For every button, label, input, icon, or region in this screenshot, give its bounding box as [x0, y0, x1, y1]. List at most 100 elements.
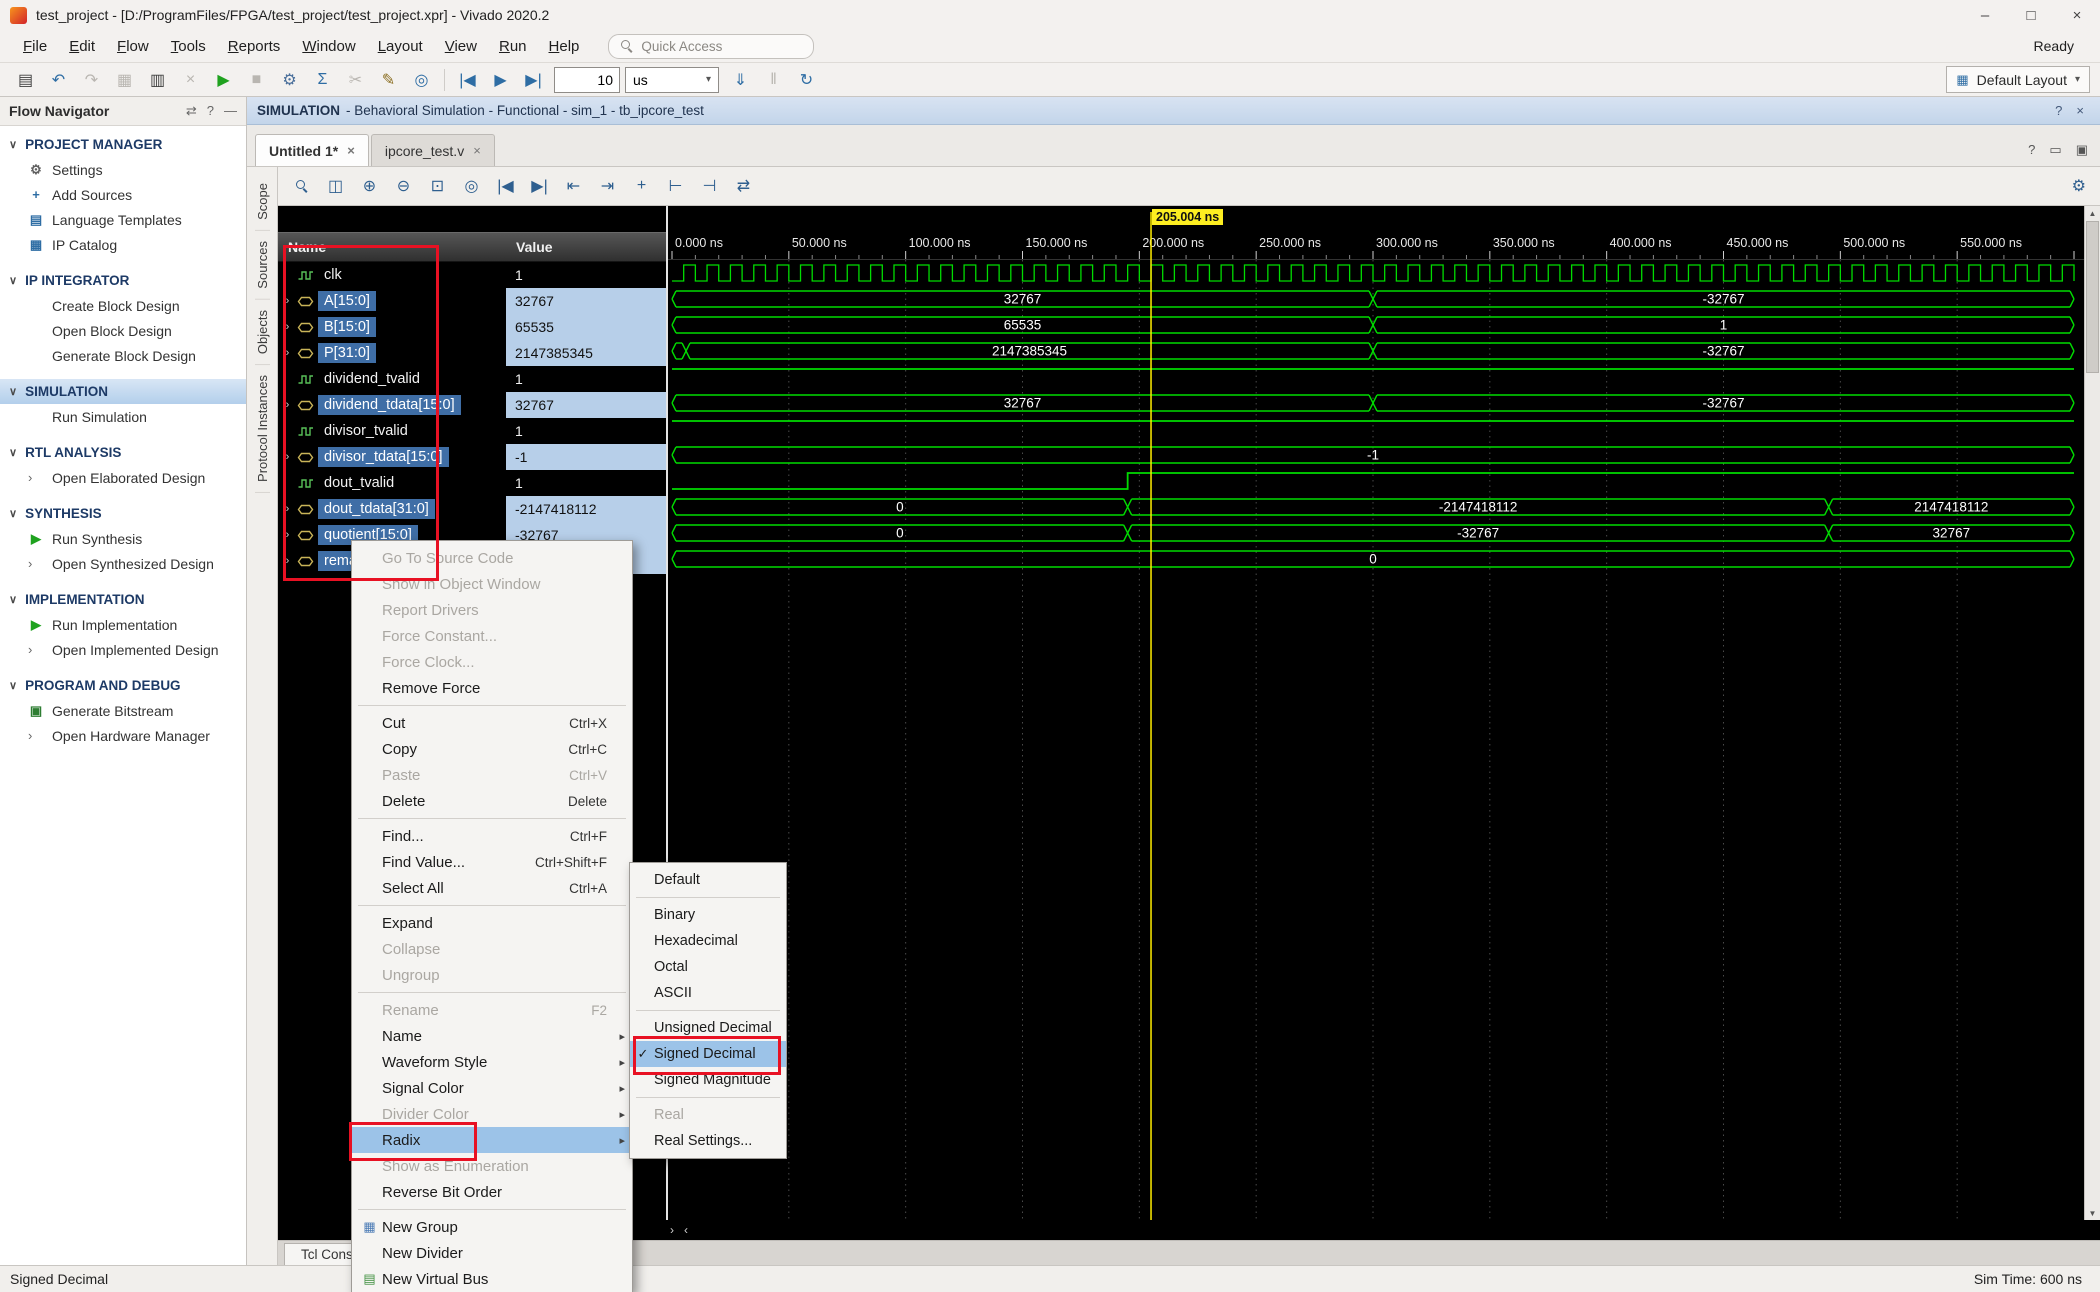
signal-value-dout-tdata-31-0[interactable]: -2147418112 — [506, 496, 666, 522]
signal-value-p-31-0[interactable]: 2147385345 — [506, 340, 666, 366]
flow-item-open-implemented-design[interactable]: ›Open Implemented Design — [0, 637, 246, 662]
close-icon[interactable]: × — [347, 143, 355, 158]
marker-right-icon[interactable]: ⊣ — [696, 173, 723, 200]
next-transition-icon[interactable]: ⇥ — [594, 173, 621, 200]
radix-option-real-settings[interactable]: Real Settings... — [630, 1128, 786, 1154]
side-tab-sources[interactable]: Sources — [255, 231, 270, 300]
tab-ipcore-test-v[interactable]: ipcore_test.v× — [371, 134, 495, 166]
zoom-to-cursor-icon[interactable]: ◎ — [458, 173, 485, 200]
signal-row-a-15-0[interactable]: ›A[15:0] — [278, 288, 506, 314]
wave-canvas[interactable]: 205.004 ns 0.000 ns50.000 ns100.000 ns15… — [666, 206, 2084, 1220]
context-menu-item-remove-force[interactable]: Remove Force — [352, 675, 632, 701]
splitter-arrow-icon[interactable]: › — [670, 1223, 674, 1237]
radix-option-hexadecimal[interactable]: Hexadecimal — [630, 928, 786, 954]
signal-value-divisor-tvalid[interactable]: 1 — [506, 418, 666, 444]
radix-option-binary[interactable]: Binary — [630, 902, 786, 928]
scroll-up-icon[interactable]: ▲ — [2089, 206, 2097, 220]
menu-file[interactable]: File — [12, 33, 58, 60]
minimize-icon[interactable]: — — [224, 103, 237, 119]
signal-value-clk[interactable]: 1 — [506, 262, 666, 288]
float-icon[interactable]: ▭ — [2049, 142, 2061, 158]
open-recent-icon[interactable]: ▤ — [10, 66, 41, 93]
vertical-scrollbar[interactable]: ▲ ▼ — [2084, 206, 2100, 1220]
signal-row-divisor-tdata-15-0[interactable]: ›divisor_tdata[15:0] — [278, 444, 506, 470]
signal-row-p-31-0[interactable]: ›P[31:0] — [278, 340, 506, 366]
close-icon[interactable]: × — [473, 143, 481, 158]
close-button[interactable]: × — [2054, 0, 2100, 30]
flow-section-ip-integrator[interactable]: ∨IP INTEGRATOR — [0, 268, 246, 293]
flow-item-language-templates[interactable]: ▤Language Templates — [0, 207, 246, 232]
context-menu-item-find-value[interactable]: Find Value...Ctrl+Shift+F — [352, 849, 632, 875]
undo-icon[interactable]: ↶ — [43, 66, 74, 93]
tab-untitled-1[interactable]: Untitled 1*× — [255, 134, 369, 166]
zoom-fit-icon[interactable]: ⊡ — [424, 173, 451, 200]
flow-item-open-block-design[interactable]: Open Block Design — [0, 318, 246, 343]
context-menu-item-select-all[interactable]: Select AllCtrl+A — [352, 875, 632, 901]
context-menu-item-waveform-style[interactable]: Waveform Style▸ — [352, 1049, 632, 1075]
go-to-start-icon[interactable]: |◀ — [492, 173, 519, 200]
flow-item-create-block-design[interactable]: Create Block Design — [0, 293, 246, 318]
scrollbar-thumb[interactable] — [2086, 221, 2099, 373]
context-menu-item-new-group[interactable]: ▦New Group — [352, 1214, 632, 1240]
radix-option-default[interactable]: Default — [630, 867, 786, 893]
radix-option-ascii[interactable]: ASCII — [630, 980, 786, 1006]
signal-row-dout-tdata-31-0[interactable]: ›dout_tdata[31:0] — [278, 496, 506, 522]
menu-help[interactable]: Help — [538, 33, 591, 60]
paste-icon[interactable]: ▥ — [142, 66, 173, 93]
signal-value-dividend-tvalid[interactable]: 1 — [506, 366, 666, 392]
menu-window[interactable]: Window — [291, 33, 366, 60]
flow-item-settings[interactable]: ⚙Settings — [0, 157, 246, 182]
close-icon[interactable]: × — [2076, 103, 2084, 118]
signal-row-b-15-0[interactable]: ›B[15:0] — [278, 314, 506, 340]
menu-layout[interactable]: Layout — [367, 33, 434, 60]
flow-section-program-and-debug[interactable]: ∨PROGRAM AND DEBUG — [0, 673, 246, 698]
relaunch-icon[interactable]: ↻ — [791, 66, 822, 93]
maximize-button[interactable]: □ — [2008, 0, 2054, 30]
flow-item-open-hardware-manager[interactable]: ›Open Hardware Manager — [0, 723, 246, 748]
flow-section-implementation[interactable]: ∨IMPLEMENTATION — [0, 587, 246, 612]
flow-item-run-implementation[interactable]: ▶Run Implementation — [0, 612, 246, 637]
radix-option-signed-decimal[interactable]: ✓Signed Decimal — [630, 1041, 786, 1067]
signal-row-dividend-tdata-15-0[interactable]: ›dividend_tdata[15:0] — [278, 392, 506, 418]
context-menu-item-new-virtual-bus[interactable]: ▤New Virtual Bus — [352, 1266, 632, 1292]
signal-row-dividend-tvalid[interactable]: dividend_tvalid — [278, 366, 506, 392]
flow-section-project-manager[interactable]: ∨PROJECT MANAGER — [0, 132, 246, 157]
context-menu-item-copy[interactable]: CopyCtrl+C — [352, 736, 632, 762]
cursor-time-label[interactable]: 205.004 ns — [1152, 209, 1223, 225]
flow-item-run-simulation[interactable]: Run Simulation — [0, 404, 246, 429]
side-tab-protocol-instances[interactable]: Protocol Instances — [255, 365, 270, 493]
menu-run[interactable]: Run — [488, 33, 538, 60]
signal-value-a-15-0[interactable]: 32767 — [506, 288, 666, 314]
run-for-icon[interactable]: ⇓ — [725, 66, 756, 93]
side-tab-objects[interactable]: Objects — [255, 300, 270, 365]
radix-option-unsigned-decimal[interactable]: Unsigned Decimal — [630, 1015, 786, 1041]
zoom-out-icon[interactable]: ⊖ — [390, 173, 417, 200]
context-menu-item-name[interactable]: Name▸ — [352, 1023, 632, 1049]
restart-icon[interactable]: |◀ — [452, 66, 483, 93]
menu-edit[interactable]: Edit — [58, 33, 106, 60]
radix-option-octal[interactable]: Octal — [630, 954, 786, 980]
flow-item-generate-bitstream[interactable]: ▣Generate Bitstream — [0, 698, 246, 723]
signal-value-b-15-0[interactable]: 65535 — [506, 314, 666, 340]
context-menu-item-new-divider[interactable]: New Divider — [352, 1240, 632, 1266]
context-menu-item-signal-color[interactable]: Signal Color▸ — [352, 1075, 632, 1101]
swap-cursors-icon[interactable]: ⇄ — [730, 173, 757, 200]
signal-row-clk[interactable]: clk — [278, 262, 506, 288]
step-icon[interactable]: ▶| — [518, 66, 549, 93]
radix-option-signed-magnitude[interactable]: Signed Magnitude — [630, 1067, 786, 1093]
signal-row-divisor-tvalid[interactable]: divisor_tvalid — [278, 418, 506, 444]
run-icon[interactable]: ▶ — [208, 66, 239, 93]
search-icon[interactable] — [288, 173, 315, 200]
flow-item-add-sources[interactable]: +Add Sources — [0, 182, 246, 207]
flow-item-generate-block-design[interactable]: Generate Block Design — [0, 343, 246, 368]
context-menu-item-reverse-bit-order[interactable]: Reverse Bit Order — [352, 1179, 632, 1205]
flow-section-rtl-analysis[interactable]: ∨RTL ANALYSIS — [0, 440, 246, 465]
save-waveform-icon[interactable]: ◫ — [322, 173, 349, 200]
context-menu-item-expand[interactable]: Expand — [352, 910, 632, 936]
flow-section-synthesis[interactable]: ∨SYNTHESIS — [0, 501, 246, 526]
side-tab-scope[interactable]: Scope — [255, 173, 270, 231]
time-unit-select[interactable]: us▾ — [625, 67, 719, 93]
settings-icon[interactable]: ⚙ — [274, 66, 305, 93]
minimize-button[interactable]: – — [1962, 0, 2008, 30]
debug-icon[interactable]: ◎ — [406, 66, 437, 93]
